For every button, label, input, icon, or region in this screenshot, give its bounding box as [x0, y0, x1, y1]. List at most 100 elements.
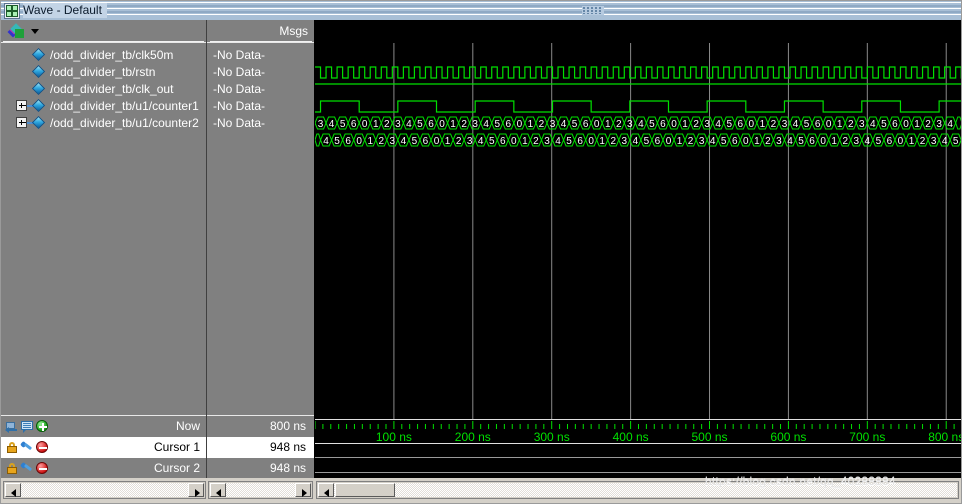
titlebar-decoration: [0, 0, 962, 20]
delete-cursor-icon[interactable]: [36, 441, 49, 454]
svg-text:4: 4: [715, 119, 721, 130]
svg-text:1: 1: [599, 136, 605, 147]
waveform-canvas[interactable]: 3456012345601234560123456012345601234560…: [315, 20, 962, 478]
cursor-label: Cursor 2: [153, 461, 200, 475]
svg-text:1: 1: [909, 136, 915, 147]
window-title: Wave - Default: [23, 3, 107, 18]
signal-name-label: /odd_divider_tb/clk_out: [50, 82, 174, 96]
svg-text:6: 6: [506, 119, 512, 130]
signal-row[interactable]: /odd_divider_tb/u1/counter2: [0, 114, 206, 131]
svg-text:0: 0: [362, 119, 368, 130]
names-scroll-right-button[interactable]: [188, 483, 204, 497]
svg-text:2: 2: [920, 136, 926, 147]
signal-name-label: /odd_divider_tb/clk50m: [50, 48, 174, 62]
svg-text:4: 4: [942, 136, 948, 147]
svg-text:3: 3: [472, 119, 478, 130]
cursor-panel: Now Cursor 1 Cursor 2 800 ns 948 ns 948 ns 1…: [0, 415, 962, 479]
svg-text:2: 2: [693, 119, 699, 130]
svg-text:1: 1: [831, 136, 837, 147]
svg-text:2: 2: [378, 136, 384, 147]
wrench-icon[interactable]: [19, 461, 34, 475]
titlebar-grip-handle[interactable]: [582, 6, 604, 15]
svg-text:1: 1: [528, 119, 534, 130]
svg-text:100 ns: 100 ns: [376, 430, 412, 444]
add-cursor-icon[interactable]: [36, 420, 49, 433]
cursor-rows: Now Cursor 1 Cursor 2: [0, 416, 206, 479]
svg-text:0: 0: [903, 119, 909, 130]
svg-text:5: 5: [798, 136, 804, 147]
svg-text:3: 3: [699, 136, 705, 147]
names-hscrollbar[interactable]: [3, 481, 206, 499]
svg-text:2: 2: [925, 119, 931, 130]
expand-toggle-icon[interactable]: [16, 100, 27, 111]
svg-text:2: 2: [765, 136, 771, 147]
signal-diamond-icon[interactable]: [7, 23, 26, 39]
svg-text:6: 6: [660, 119, 666, 130]
signal-row[interactable]: /odd_divider_tb/rstn: [0, 63, 206, 80]
svg-text:0: 0: [356, 136, 362, 147]
timeline-ruler[interactable]: 100 ns 200 ns 300 ns 400 ns 500 ns 600 ns 700 …: [314, 415, 962, 478]
cursor-value-rows: 800 ns 948 ns 948 ns: [207, 416, 314, 479]
msgs-scroll-right-button[interactable]: [295, 483, 311, 497]
svg-text:6: 6: [815, 119, 821, 130]
bookmark-icon[interactable]: [5, 420, 19, 433]
signal-row[interactable]: /odd_divider_tb/u1/counter1: [0, 97, 206, 114]
svg-text:6: 6: [423, 136, 429, 147]
signal-diamond-icon: [31, 64, 46, 79]
svg-text:0: 0: [594, 119, 600, 130]
svg-text:6: 6: [351, 119, 357, 130]
cursor-value-row[interactable]: 948 ns: [207, 458, 314, 479]
signal-bus-icon: [31, 98, 46, 113]
expand-toggle-icon[interactable]: [16, 117, 27, 128]
name-column-header: [0, 20, 206, 43]
delete-cursor-icon[interactable]: [36, 462, 49, 475]
svg-text:6: 6: [809, 136, 815, 147]
svg-text:6: 6: [732, 136, 738, 147]
svg-text:5: 5: [881, 119, 887, 130]
svg-text:5: 5: [804, 119, 810, 130]
msg-value: -No Data-: [213, 82, 266, 96]
cursor-row[interactable]: Now: [0, 416, 206, 437]
msg-value: -No Data-: [213, 99, 266, 113]
svg-text:1: 1: [450, 119, 456, 130]
svg-text:6: 6: [345, 136, 351, 147]
cursor-time-value: 948 ns: [269, 461, 306, 475]
svg-text:5: 5: [644, 136, 650, 147]
names-scroll-left-button[interactable]: [5, 483, 21, 497]
wrench-icon[interactable]: [19, 440, 34, 454]
note-icon[interactable]: [21, 420, 34, 433]
svg-text:5: 5: [953, 136, 959, 147]
cursor-value-row[interactable]: 800 ns: [207, 416, 314, 437]
cursor-value-row[interactable]: 948 ns: [207, 437, 314, 458]
msg-row: -No Data-: [207, 114, 314, 131]
cursor-row[interactable]: Cursor 2: [0, 458, 206, 479]
svg-text:500 ns: 500 ns: [691, 430, 727, 444]
msg-value: -No Data-: [213, 65, 266, 79]
signal-name-column: /odd_divider_tb/clk50m/odd_divider_tb/rs…: [0, 20, 207, 478]
svg-text:6: 6: [887, 136, 893, 147]
msgs-scroll-left-button[interactable]: [210, 483, 226, 497]
signal-list: /odd_divider_tb/clk50m/odd_divider_tb/rs…: [0, 43, 206, 478]
msgs-column-header: Msgs: [207, 20, 314, 43]
header-divider: [3, 41, 204, 42]
cursor-label-column: Now Cursor 1 Cursor 2: [0, 415, 206, 479]
wave-scroll-left-button[interactable]: [318, 483, 334, 497]
svg-text:1: 1: [445, 136, 451, 147]
signal-row[interactable]: /odd_divider_tb/clk_out: [0, 80, 206, 97]
lock-icon[interactable]: [6, 441, 19, 454]
svg-text:5: 5: [572, 119, 578, 130]
signal-row[interactable]: /odd_divider_tb/clk50m: [0, 46, 206, 63]
msgs-hscrollbar[interactable]: [208, 481, 313, 499]
svg-text:4: 4: [329, 119, 335, 130]
lock-icon[interactable]: [6, 462, 19, 475]
cursor-row[interactable]: Cursor 1: [0, 437, 206, 458]
wave-scroll-thumb[interactable]: [335, 483, 395, 497]
svg-text:300 ns: 300 ns: [534, 430, 570, 444]
svg-text:3: 3: [467, 136, 473, 147]
svg-text:2: 2: [842, 136, 848, 147]
signal-diamond-icon: [31, 47, 46, 62]
waveform-traces[interactable]: 3456012345601234560123456012345601234560…: [315, 43, 962, 478]
svg-text:2: 2: [461, 119, 467, 130]
window-titlebar[interactable]: Wave - Default: [0, 0, 962, 21]
chevron-down-icon[interactable]: [31, 29, 39, 34]
